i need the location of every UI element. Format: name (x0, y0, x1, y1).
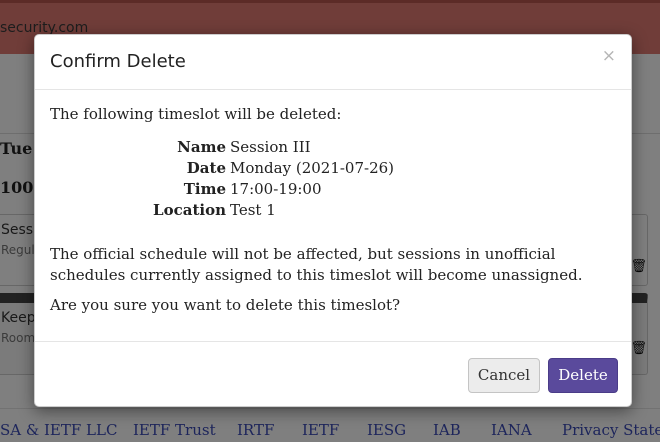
detail-row-location: Location Test 1 (50, 201, 450, 222)
detail-row-time: Time 17:00-19:00 (50, 180, 450, 201)
intro-text: The following timeslot will be deleted: (50, 105, 342, 123)
detail-value: 17:00-19:00 (230, 180, 322, 198)
detail-row-date: Date Monday (2021-07-26) (50, 159, 450, 180)
detail-label: Name (177, 138, 226, 156)
confirm-question: Are you sure you want to delete this tim… (50, 296, 401, 314)
warning-text: The official schedule will not be affect… (50, 245, 583, 284)
detail-value: Session III (230, 138, 311, 156)
dialog-header: Confirm Delete × (35, 35, 631, 90)
cancel-button[interactable]: Cancel (468, 358, 540, 393)
dialog-title: Confirm Delete (50, 51, 186, 72)
timeslot-details: Name Session III Date Monday (2021-07-26… (50, 138, 450, 222)
detail-label: Time (183, 180, 226, 198)
close-icon[interactable]: × (602, 48, 616, 65)
detail-value: Test 1 (230, 201, 276, 219)
confirm-delete-dialog: Confirm Delete × The following timeslot … (34, 34, 632, 407)
detail-row-name: Name Session III (50, 138, 450, 159)
detail-value: Monday (2021-07-26) (230, 159, 395, 177)
dialog-footer: Cancel Delete (35, 341, 631, 408)
delete-button[interactable]: Delete (548, 358, 618, 393)
detail-label: Date (186, 159, 226, 177)
detail-label: Location (153, 201, 226, 219)
